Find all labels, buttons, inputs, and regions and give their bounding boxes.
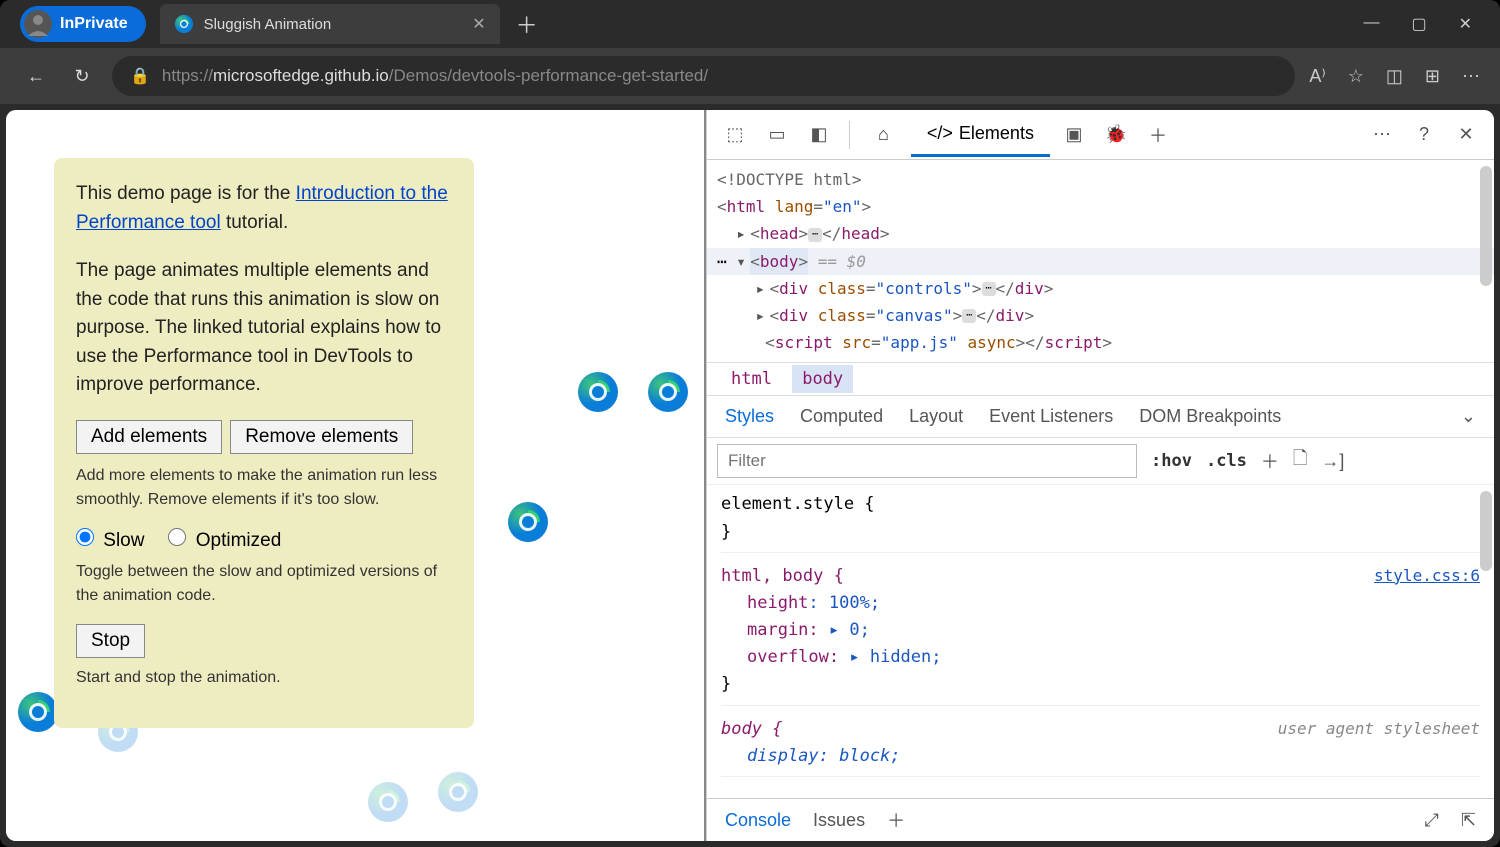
tab-elements[interactable]: </> Elements bbox=[911, 113, 1050, 157]
edge-logo-sprite bbox=[646, 370, 690, 419]
tab-sources-icon[interactable]: 🐞 bbox=[1098, 117, 1134, 153]
tab-welcome[interactable]: ⌂ bbox=[862, 114, 905, 155]
url-text: https://microsoftedge.github.io/Demos/de… bbox=[162, 66, 708, 86]
lock-icon: 🔒 bbox=[130, 66, 150, 86]
add-help-text: Add more elements to make the animation … bbox=[76, 464, 452, 512]
tab-styles[interactable]: Styles bbox=[725, 406, 774, 427]
tab-performance-icon[interactable]: ▣ bbox=[1056, 117, 1092, 153]
chevron-down-icon[interactable]: ⌄ bbox=[1461, 406, 1476, 427]
demo-page: This demo page is for the Introduction t… bbox=[6, 110, 706, 841]
dom-tree[interactable]: <!DOCTYPE html> <html lang="en"> ▸<head>… bbox=[707, 160, 1494, 362]
tab-event-listeners[interactable]: Event Listeners bbox=[989, 406, 1113, 427]
breadcrumb[interactable]: html body bbox=[707, 362, 1494, 396]
tab-computed[interactable]: Computed bbox=[800, 406, 883, 427]
close-window-icon[interactable]: ✕ bbox=[1459, 14, 1472, 34]
styles-filter-input[interactable] bbox=[717, 444, 1137, 478]
drawer-issues[interactable]: Issues bbox=[813, 810, 865, 831]
address-bar: ← ↻ 🔒 https://microsoftedge.github.io/De… bbox=[0, 48, 1500, 104]
profile-avatar-icon bbox=[24, 10, 52, 38]
drawer-collapse-icon[interactable]: ⇱ bbox=[1461, 810, 1476, 831]
tab-dom-breakpoints[interactable]: DOM Breakpoints bbox=[1139, 406, 1281, 427]
drawer-expand-icon[interactable]: ⤢ bbox=[1425, 810, 1439, 831]
inspect-icon[interactable]: ⬚ bbox=[717, 117, 753, 153]
split-screen-icon[interactable]: ◫ bbox=[1386, 66, 1403, 87]
stylesheet-link[interactable]: style.css:6 bbox=[1374, 563, 1480, 589]
title-bar: InPrivate Sluggish Animation ✕ ＋ — ▢ ✕ bbox=[0, 0, 1500, 48]
controls-panel: This demo page is for the Introduction t… bbox=[54, 158, 474, 728]
add-tab-icon[interactable]: ＋ bbox=[1140, 117, 1176, 153]
stop-help-text: Start and stop the animation. bbox=[76, 666, 452, 690]
remove-elements-button[interactable]: Remove elements bbox=[230, 420, 413, 454]
read-aloud-icon[interactable]: A⁾ bbox=[1309, 66, 1325, 87]
intro-text: This demo page is for the Introduction t… bbox=[76, 180, 452, 237]
styles-pane[interactable]: element.style { } style.css:6 html, body… bbox=[707, 485, 1494, 798]
cls-toggle[interactable]: .cls bbox=[1206, 451, 1247, 471]
tab-layout[interactable]: Layout bbox=[909, 406, 963, 427]
maximize-icon[interactable]: ▢ bbox=[1411, 14, 1426, 34]
back-button[interactable]: ← bbox=[20, 60, 52, 92]
help-icon[interactable]: ? bbox=[1406, 117, 1442, 153]
devtools-drawer: Console Issues ＋ ⤢ ⇱ bbox=[707, 798, 1494, 841]
edge-logo-sprite bbox=[506, 500, 550, 549]
drawer-add-icon[interactable]: ＋ bbox=[887, 807, 905, 833]
styles-tabbar: Styles Computed Layout Event Listeners D… bbox=[707, 396, 1494, 438]
copy-styles-icon[interactable]: 🗋 bbox=[1293, 446, 1307, 476]
edge-icon bbox=[174, 14, 194, 34]
collections-icon[interactable]: ⊞ bbox=[1425, 66, 1440, 87]
favorite-icon[interactable]: ☆ bbox=[1348, 66, 1364, 87]
edge-logo-sprite bbox=[576, 370, 620, 419]
refresh-button[interactable]: ↻ bbox=[66, 60, 98, 92]
inprivate-badge[interactable]: InPrivate bbox=[20, 6, 146, 42]
crumb-body[interactable]: body bbox=[792, 365, 853, 393]
new-style-rule-icon[interactable]: ＋ bbox=[1261, 448, 1279, 474]
minimize-icon[interactable]: — bbox=[1363, 14, 1379, 34]
device-toggle-icon[interactable]: ▭ bbox=[759, 117, 795, 153]
description-text: The page animates multiple elements and … bbox=[76, 257, 452, 400]
more-tools-icon[interactable]: ⋯ bbox=[1364, 117, 1400, 153]
dock-icon[interactable]: ◧ bbox=[801, 117, 837, 153]
edge-logo-sprite bbox=[366, 780, 410, 829]
tab-title: Sluggish Animation bbox=[204, 16, 463, 33]
menu-icon[interactable]: ⋯ bbox=[1462, 66, 1480, 87]
close-devtools-icon[interactable]: ✕ bbox=[1448, 117, 1484, 153]
radio-optimized[interactable]: Optimized bbox=[168, 528, 281, 552]
devtools-tabbar: ⬚ ▭ ◧ ⌂ </> Elements ▣ 🐞 ＋ ⋯ ? ✕ bbox=[707, 110, 1494, 160]
radio-slow[interactable]: Slow bbox=[76, 528, 144, 552]
styles-filter-row: :hov .cls ＋ 🗋 →] bbox=[707, 438, 1494, 485]
devtools-panel: ⬚ ▭ ◧ ⌂ </> Elements ▣ 🐞 ＋ ⋯ ? ✕ <!DOCTY… bbox=[706, 110, 1494, 841]
radio-help-text: Toggle between the slow and optimized ve… bbox=[76, 560, 452, 608]
hov-toggle[interactable]: :hov bbox=[1151, 451, 1192, 471]
close-tab-icon[interactable]: ✕ bbox=[472, 14, 485, 34]
add-elements-button[interactable]: Add elements bbox=[76, 420, 222, 454]
computed-styles-icon[interactable]: →] bbox=[1321, 451, 1344, 472]
window-controls: — ▢ ✕ bbox=[1363, 14, 1500, 34]
crumb-html[interactable]: html bbox=[721, 365, 782, 393]
scrollbar[interactable] bbox=[1480, 166, 1492, 286]
drawer-console[interactable]: Console bbox=[725, 810, 791, 831]
new-tab-button[interactable]: ＋ bbox=[516, 8, 538, 40]
browser-tab[interactable]: Sluggish Animation ✕ bbox=[160, 4, 500, 44]
url-box[interactable]: 🔒 https://microsoftedge.github.io/Demos/… bbox=[112, 56, 1295, 96]
stop-button[interactable]: Stop bbox=[76, 624, 145, 658]
edge-logo-sprite bbox=[436, 770, 480, 819]
scrollbar[interactable] bbox=[1480, 491, 1492, 571]
